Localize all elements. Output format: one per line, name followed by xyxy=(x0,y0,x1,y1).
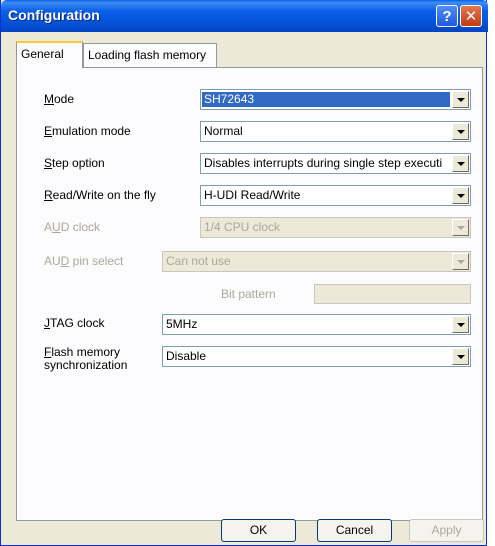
flash-sync-value: Disable xyxy=(166,349,207,363)
mode-label: Mode xyxy=(44,92,75,106)
aud-clock-label: AUD clock xyxy=(44,220,101,234)
title-bar[interactable]: Configuration ? ✕ xyxy=(1,0,488,32)
mode-select[interactable]: SH72643 xyxy=(200,89,471,110)
emulation-mode-select[interactable]: Normal xyxy=(200,121,471,142)
help-button[interactable]: ? xyxy=(436,5,458,27)
aud-pin-select-label: AUD pin select xyxy=(44,254,124,268)
emulation-mode-value: Normal xyxy=(204,124,243,138)
chevron-down-icon[interactable] xyxy=(452,187,469,204)
mode-value: SH72643 xyxy=(202,92,450,107)
flash-sync-label: Flash memory synchronization xyxy=(44,345,128,372)
ok-button[interactable]: OK xyxy=(221,519,296,542)
apply-button: Apply xyxy=(409,519,484,542)
aud-clock-select: 1/4 CPU clock xyxy=(200,217,471,238)
tab-loading-flash-memory-label: Loading flash memory xyxy=(88,48,207,62)
chevron-down-icon xyxy=(452,253,469,270)
tab-general[interactable]: General xyxy=(16,41,83,68)
chevron-down-icon[interactable] xyxy=(452,91,469,108)
close-icon: ✕ xyxy=(464,8,478,25)
close-button[interactable]: ✕ xyxy=(460,5,482,27)
aud-clock-value: 1/4 CPU clock xyxy=(204,220,281,234)
step-option-label: Step option xyxy=(44,156,105,170)
step-option-value: Disables interrupts during single step e… xyxy=(204,156,443,170)
configuration-dialog: Configuration ? ✕ General Loading flash … xyxy=(0,0,488,546)
read-write-label: Read/Write on the fly xyxy=(44,188,156,202)
bit-pattern-label: Bit pattern xyxy=(221,287,276,301)
jtag-clock-value: 5MHz xyxy=(166,317,198,331)
chevron-down-icon[interactable] xyxy=(452,348,469,365)
aud-pin-select-value: Can not use xyxy=(166,254,231,268)
emulation-mode-label: Emulation mode xyxy=(44,124,131,138)
bit-pattern-input xyxy=(314,284,471,304)
chevron-down-icon[interactable] xyxy=(452,155,469,172)
chevron-down-icon[interactable] xyxy=(452,123,469,140)
window-title: Configuration xyxy=(8,7,100,23)
chevron-down-icon[interactable] xyxy=(452,316,469,333)
tab-general-label: General xyxy=(21,47,64,61)
chevron-down-icon xyxy=(452,219,469,236)
aud-pin-select: Can not use xyxy=(162,251,471,272)
read-write-select[interactable]: H-UDI Read/Write xyxy=(200,185,471,206)
tab-loading-flash-memory[interactable]: Loading flash memory xyxy=(83,43,217,67)
cancel-button[interactable]: Cancel xyxy=(317,519,392,542)
read-write-value: H-UDI Read/Write xyxy=(204,188,301,202)
jtag-clock-label: JTAG clock xyxy=(44,316,105,330)
flash-sync-select[interactable]: Disable xyxy=(162,346,471,367)
step-option-select[interactable]: Disables interrupts during single step e… xyxy=(200,153,471,174)
jtag-clock-select[interactable]: 5MHz xyxy=(162,314,471,335)
help-icon: ? xyxy=(442,7,452,25)
